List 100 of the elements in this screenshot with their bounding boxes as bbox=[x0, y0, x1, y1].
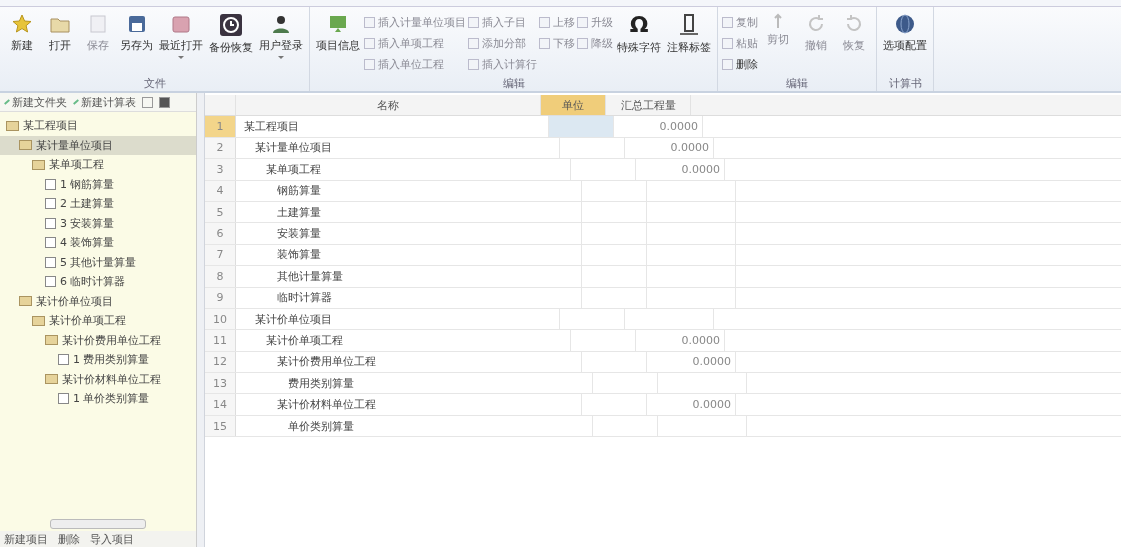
list-icon bbox=[468, 38, 479, 49]
list-icon bbox=[539, 38, 550, 49]
toolbar-button[interactable]: 新建计算表 bbox=[73, 94, 136, 110]
tree-item[interactable]: 某单项工程 bbox=[0, 155, 196, 175]
table-cell: 费用类别算量 bbox=[236, 373, 593, 394]
list-icon bbox=[468, 59, 479, 70]
sheet-icon bbox=[45, 256, 56, 268]
list-icon bbox=[577, 17, 588, 28]
folder-icon bbox=[32, 159, 45, 170]
ribbon-group-label: 编辑 bbox=[785, 76, 809, 91]
tree-item[interactable]: 1 费用类别算量 bbox=[0, 350, 196, 370]
sheet-icon bbox=[58, 393, 69, 405]
ribbon-button[interactable]: 新建 bbox=[4, 11, 40, 55]
table-cell: 0.0000 bbox=[647, 394, 736, 415]
toolbar-button[interactable]: 新建文件夹 bbox=[4, 94, 67, 110]
table-cell: 单价类别算量 bbox=[236, 415, 593, 437]
list-icon bbox=[364, 38, 375, 49]
box-icon bbox=[170, 13, 192, 35]
list-icon bbox=[364, 17, 375, 28]
sheet-icon bbox=[45, 217, 56, 229]
table-cell[interactable] bbox=[549, 116, 614, 137]
ribbon-button[interactable]: 用户登录 bbox=[257, 11, 305, 61]
list-icon bbox=[722, 17, 733, 28]
tree-item[interactable]: 1 单价类别算量 bbox=[0, 389, 196, 409]
tree-item[interactable]: 某计价材料单位工程 bbox=[0, 369, 196, 389]
folder-icon bbox=[19, 140, 32, 151]
row-number[interactable]: 6 bbox=[205, 223, 236, 244]
tree-item[interactable]: 6 临时计算器 bbox=[0, 272, 196, 292]
square-icon[interactable] bbox=[142, 96, 153, 108]
pen-icon bbox=[73, 99, 79, 105]
tree-item[interactable]: 2 土建算量 bbox=[0, 194, 196, 214]
ribbon-button[interactable]: 备份恢复 bbox=[207, 11, 255, 57]
sheet-icon bbox=[58, 354, 69, 366]
folder-icon bbox=[6, 120, 19, 131]
person-icon bbox=[270, 13, 292, 35]
table-cell: 某计价单项工程 bbox=[236, 330, 571, 351]
tree-item[interactable]: 某工程项目 bbox=[0, 116, 196, 136]
sheet-icon bbox=[45, 178, 56, 190]
ribbon-group-label: 计算书 bbox=[887, 76, 923, 91]
table-cell: 0.0000 bbox=[625, 137, 714, 159]
splitter-handle[interactable] bbox=[197, 93, 205, 547]
list-icon bbox=[364, 59, 375, 70]
star-icon bbox=[11, 13, 33, 35]
folder-icon bbox=[45, 374, 58, 385]
table-cell: 其他计量算量 bbox=[236, 266, 582, 287]
clock-icon bbox=[219, 13, 243, 37]
sheet-icon bbox=[45, 237, 56, 249]
pen-icon bbox=[4, 99, 10, 105]
ribbon-small-button[interactable]: 删除 bbox=[722, 55, 758, 74]
tree-item[interactable]: 4 装饰算量 bbox=[0, 233, 196, 253]
table-cell: 某单项工程 bbox=[236, 159, 571, 180]
list-icon bbox=[468, 17, 479, 28]
ribbon-button[interactable]: 注释标签 bbox=[665, 11, 713, 57]
tree-item[interactable]: 某计价单项工程 bbox=[0, 311, 196, 331]
toolbar-button[interactable]: 删除 bbox=[58, 531, 80, 547]
table-cell: 0.0000 bbox=[614, 116, 703, 137]
grid-icon[interactable] bbox=[159, 96, 170, 108]
column-header[interactable]: 单位 bbox=[541, 95, 606, 116]
sheet-icon bbox=[45, 276, 56, 288]
tree-item[interactable]: 5 其他计量算量 bbox=[0, 252, 196, 272]
dropdown-caret-icon bbox=[278, 56, 284, 59]
tree-item[interactable]: 某计价单位项目 bbox=[0, 291, 196, 311]
tree-item[interactable]: 某计价费用单位工程 bbox=[0, 330, 196, 350]
ribbon-button[interactable]: 打开 bbox=[42, 11, 78, 55]
column-header[interactable]: 汇总工程量 bbox=[606, 95, 691, 116]
ribbon-button[interactable]: 另存为 bbox=[118, 11, 155, 55]
ribbon-button[interactable]: 最近打开 bbox=[157, 11, 205, 61]
sheet-icon bbox=[45, 198, 56, 210]
table-cell: 某计价材料单位工程 bbox=[236, 394, 582, 415]
arrow-icon bbox=[774, 13, 782, 29]
table-cell: 某计价单位项目 bbox=[236, 308, 560, 330]
ribbon-group-label: 编辑 bbox=[501, 76, 526, 91]
horizontal-scrollbar[interactable] bbox=[50, 519, 146, 529]
ribbon-group-label: 文件 bbox=[142, 76, 167, 91]
omega-icon: Ω bbox=[629, 13, 649, 37]
page-icon bbox=[87, 13, 109, 35]
monitor-icon bbox=[327, 13, 349, 35]
ribbon-button[interactable]: Ω 特殊字符 bbox=[615, 11, 663, 57]
toolbar-button[interactable]: 新建项目 bbox=[4, 531, 48, 547]
folder-icon bbox=[45, 335, 58, 346]
globe-icon bbox=[894, 13, 916, 35]
toolbar-button[interactable]: 导入项目 bbox=[90, 531, 134, 547]
column-icon bbox=[678, 13, 700, 37]
list-icon bbox=[577, 38, 588, 49]
tree-item[interactable]: 1 钢筋算量 bbox=[0, 174, 196, 194]
table-cell: 某计量单位项目 bbox=[236, 137, 560, 159]
tree-item[interactable]: 3 安装算量 bbox=[0, 213, 196, 233]
list-icon bbox=[722, 38, 733, 49]
tree-item[interactable]: 某计量单位项目 bbox=[0, 135, 196, 155]
table-cell: 钢筋算量 bbox=[236, 180, 582, 201]
table-cell: 临时计算器 bbox=[236, 287, 582, 308]
table-cell: 装饰算量 bbox=[236, 244, 582, 266]
table-cell: 0.0000 bbox=[636, 330, 725, 351]
table-cell: 安装算量 bbox=[236, 223, 582, 244]
table-cell: 0.0000 bbox=[636, 159, 725, 180]
ribbon-button[interactable]: 项目信息 bbox=[314, 11, 362, 55]
list-icon bbox=[722, 59, 733, 70]
folder-icon bbox=[19, 296, 32, 307]
table-cell: 土建算量 bbox=[236, 201, 582, 223]
ribbon-button[interactable]: 选项配置 bbox=[881, 11, 929, 55]
